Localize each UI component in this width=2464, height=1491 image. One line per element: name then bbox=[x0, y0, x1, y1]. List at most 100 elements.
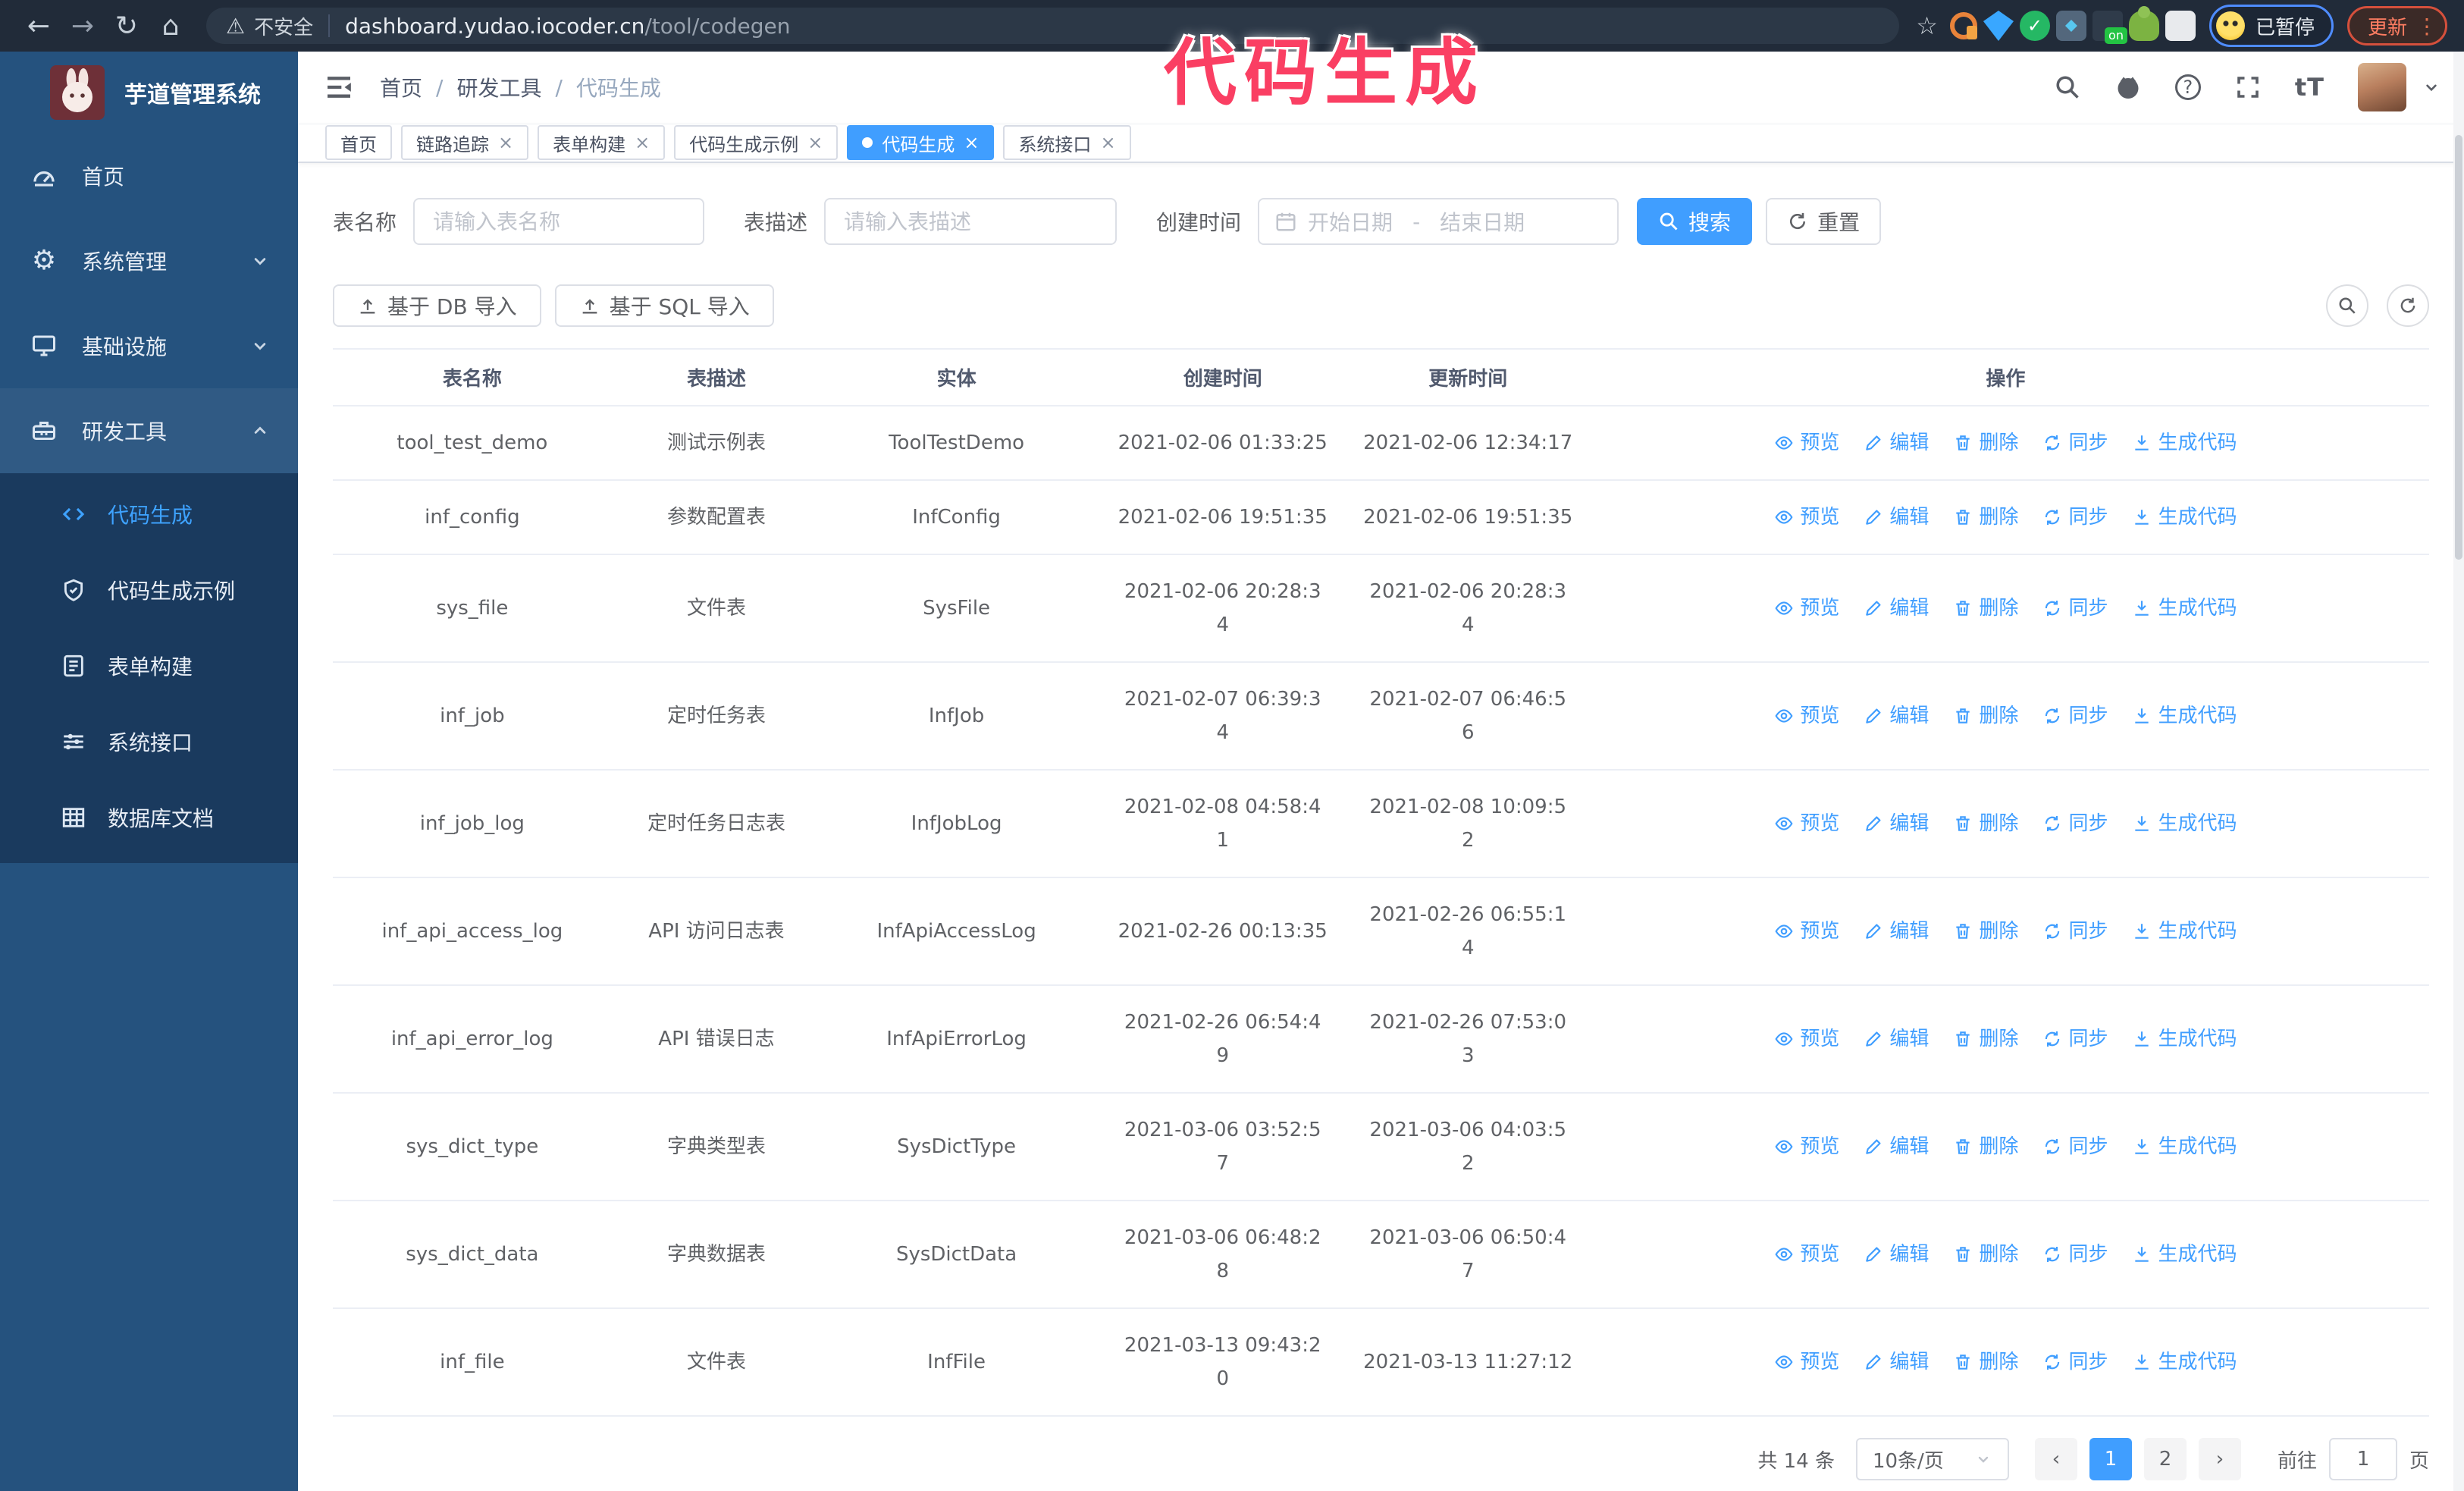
sidebar-item-code-generation[interactable]: 代码生成 bbox=[0, 476, 298, 552]
action-eye-link[interactable]: 预览 bbox=[1774, 1238, 1839, 1271]
action-delete-link[interactable]: 删除 bbox=[1953, 1238, 2018, 1271]
action-sync-link[interactable]: 同步 bbox=[2042, 915, 2108, 948]
font-size-icon[interactable]: tT bbox=[2295, 73, 2324, 102]
action-delete-link[interactable]: 删除 bbox=[1953, 501, 2018, 534]
not-secure-warning-icon[interactable]: ⚠ bbox=[226, 14, 245, 39]
action-edit-link[interactable]: 编辑 bbox=[1864, 1022, 1929, 1056]
next-page-button[interactable]: › bbox=[2198, 1438, 2241, 1480]
action-edit-link[interactable]: 编辑 bbox=[1864, 426, 1929, 460]
sidebar-item-codegen-example[interactable]: 代码生成示例 bbox=[0, 552, 298, 628]
action-eye-link[interactable]: 预览 bbox=[1774, 592, 1839, 625]
browser-forward-icon[interactable]: → bbox=[61, 11, 105, 42]
prev-page-button[interactable]: ‹ bbox=[2034, 1438, 2077, 1480]
import-db-button[interactable]: 基于 DB 导入 bbox=[333, 284, 541, 327]
action-edit-link[interactable]: 编辑 bbox=[1864, 1238, 1929, 1271]
refresh-table-button[interactable] bbox=[2387, 284, 2429, 327]
extension-icon[interactable] bbox=[1949, 12, 1977, 39]
action-edit-link[interactable]: 编辑 bbox=[1864, 699, 1929, 733]
sidebar-item-home[interactable]: 首页 bbox=[0, 133, 298, 218]
action-delete-link[interactable]: 删除 bbox=[1953, 1345, 2018, 1379]
sidebar-item-form-builder[interactable]: 表单构建 bbox=[0, 628, 298, 704]
action-sync-link[interactable]: 同步 bbox=[2042, 1022, 2108, 1056]
action-delete-link[interactable]: 删除 bbox=[1953, 592, 2018, 625]
extension-icon[interactable] bbox=[2128, 6, 2159, 41]
search-icon[interactable] bbox=[2054, 74, 2081, 101]
extension-puzzle-icon[interactable] bbox=[2165, 11, 2196, 41]
action-edit-link[interactable]: 编辑 bbox=[1864, 592, 1929, 625]
close-icon[interactable]: × bbox=[1100, 132, 1115, 153]
browser-back-icon[interactable]: ← bbox=[17, 11, 61, 42]
action-eye-link[interactable]: 预览 bbox=[1774, 501, 1839, 534]
table-name-input[interactable] bbox=[413, 198, 705, 245]
goto-page-input[interactable] bbox=[2328, 1438, 2397, 1480]
browser-profile-chip[interactable]: 已暂停 bbox=[2209, 5, 2334, 47]
action-download-link[interactable]: 生成代码 bbox=[2132, 915, 2237, 948]
caret-down-icon[interactable] bbox=[2422, 77, 2441, 97]
browser-url-bar[interactable]: ⚠ 不安全 dashboard.yudao.iocoder.cn /tool/c… bbox=[206, 8, 1900, 44]
close-icon[interactable]: × bbox=[807, 132, 823, 153]
extension-icon[interactable]: ✓ bbox=[2019, 11, 2050, 41]
date-range-picker[interactable]: 开始日期 - 结束日期 bbox=[1258, 198, 1619, 245]
action-download-link[interactable]: 生成代码 bbox=[2132, 501, 2237, 534]
action-eye-link[interactable]: 预览 bbox=[1774, 426, 1839, 460]
page-button-2[interactable]: 2 bbox=[2143, 1438, 2187, 1480]
action-edit-link[interactable]: 编辑 bbox=[1864, 915, 1929, 948]
action-download-link[interactable]: 生成代码 bbox=[2132, 699, 2237, 733]
url-host[interactable]: dashboard.yudao.iocoder.cn bbox=[345, 14, 644, 39]
action-delete-link[interactable]: 删除 bbox=[1953, 807, 2018, 840]
extension-icon[interactable] bbox=[1983, 11, 2014, 41]
action-sync-link[interactable]: 同步 bbox=[2042, 501, 2108, 534]
action-sync-link[interactable]: 同步 bbox=[2042, 1345, 2108, 1379]
action-sync-link[interactable]: 同步 bbox=[2042, 426, 2108, 460]
tab-system-api[interactable]: 系统接口 × bbox=[1003, 125, 1131, 161]
action-download-link[interactable]: 生成代码 bbox=[2132, 1238, 2237, 1271]
browser-update-button[interactable]: 更新 ⋮ bbox=[2346, 6, 2447, 46]
sidebar-item-db-docs[interactable]: 数据库文档 bbox=[0, 780, 298, 855]
action-sync-link[interactable]: 同步 bbox=[2042, 592, 2108, 625]
hamburger-icon[interactable] bbox=[324, 72, 354, 102]
action-sync-link[interactable]: 同步 bbox=[2042, 1238, 2108, 1271]
breadcrumb-dev-tools[interactable]: 研发工具 bbox=[456, 72, 541, 102]
scrollbar-thumb[interactable] bbox=[2455, 135, 2462, 560]
sidebar-item-system-api[interactable]: 系统接口 bbox=[0, 704, 298, 780]
action-eye-link[interactable]: 预览 bbox=[1774, 699, 1839, 733]
sidebar-item-system-management[interactable]: ⚙ 系统管理 bbox=[0, 218, 298, 303]
action-eye-link[interactable]: 预览 bbox=[1774, 1345, 1839, 1379]
action-edit-link[interactable]: 编辑 bbox=[1864, 1345, 1929, 1379]
url-path[interactable]: /tool/codegen bbox=[644, 14, 790, 39]
action-download-link[interactable]: 生成代码 bbox=[2132, 426, 2237, 460]
not-secure-label[interactable]: 不安全 bbox=[254, 12, 313, 40]
browser-menu-kebab-icon[interactable]: ⋮ bbox=[2416, 14, 2437, 39]
import-sql-button[interactable]: 基于 SQL 导入 bbox=[554, 284, 774, 327]
help-icon[interactable]: ? bbox=[2174, 74, 2201, 101]
tab-trace[interactable]: 链路追踪 × bbox=[401, 125, 529, 161]
show-search-toggle-button[interactable] bbox=[2326, 284, 2368, 327]
close-icon[interactable]: × bbox=[964, 132, 979, 153]
action-delete-link[interactable]: 删除 bbox=[1953, 1022, 2018, 1056]
action-eye-link[interactable]: 预览 bbox=[1774, 1130, 1839, 1163]
action-eye-link[interactable]: 预览 bbox=[1774, 915, 1839, 948]
sidebar-item-dev-tools[interactable]: 研发工具 bbox=[0, 388, 298, 473]
extension-icon[interactable] bbox=[2055, 11, 2086, 41]
tab-home[interactable]: 首页 bbox=[325, 125, 392, 161]
action-download-link[interactable]: 生成代码 bbox=[2132, 807, 2237, 840]
sidebar-item-infrastructure[interactable]: 基础设施 bbox=[0, 303, 298, 388]
breadcrumb-home[interactable]: 首页 bbox=[380, 72, 422, 102]
action-delete-link[interactable]: 删除 bbox=[1953, 915, 2018, 948]
scrollbar[interactable] bbox=[2453, 52, 2464, 1491]
action-sync-link[interactable]: 同步 bbox=[2042, 1130, 2108, 1163]
table-desc-input[interactable] bbox=[824, 198, 1118, 245]
action-download-link[interactable]: 生成代码 bbox=[2132, 592, 2237, 625]
search-button[interactable]: 搜索 bbox=[1637, 198, 1753, 245]
close-icon[interactable]: × bbox=[635, 132, 650, 153]
action-sync-link[interactable]: 同步 bbox=[2042, 699, 2108, 733]
action-edit-link[interactable]: 编辑 bbox=[1864, 1130, 1929, 1163]
extension-icon[interactable]: on bbox=[2092, 11, 2127, 44]
fullscreen-icon[interactable] bbox=[2234, 74, 2262, 101]
action-edit-link[interactable]: 编辑 bbox=[1864, 501, 1929, 534]
action-download-link[interactable]: 生成代码 bbox=[2132, 1022, 2237, 1056]
tab-form-builder[interactable]: 表单构建 × bbox=[538, 125, 666, 161]
action-eye-link[interactable]: 预览 bbox=[1774, 807, 1839, 840]
action-edit-link[interactable]: 编辑 bbox=[1864, 807, 1929, 840]
tab-code-generation[interactable]: 代码生成 × bbox=[847, 125, 995, 161]
